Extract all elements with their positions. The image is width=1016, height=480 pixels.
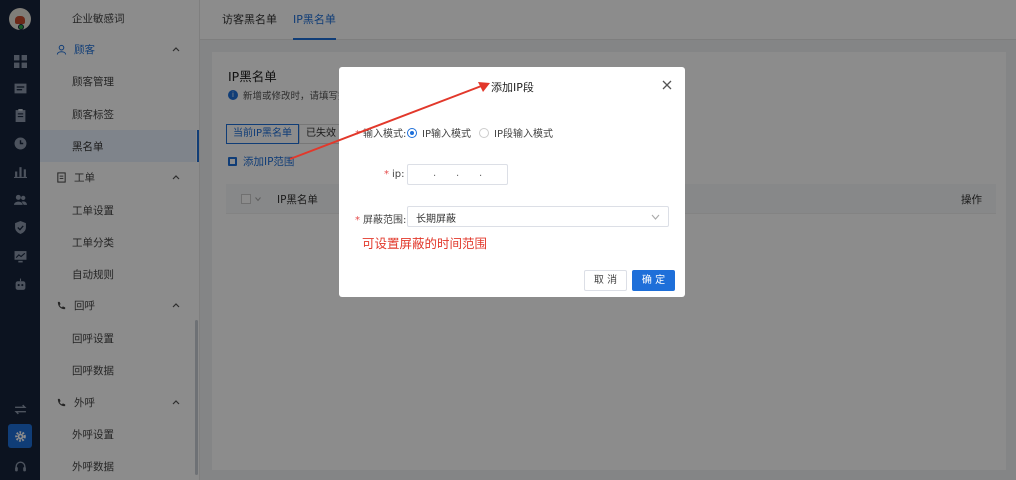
required-mark: * — [355, 215, 360, 226]
cancel-button[interactable]: 取 消 — [584, 270, 627, 291]
input-mode-label: * 输入模式: — [355, 129, 407, 140]
block-scope-label: * 屏蔽范围: — [355, 215, 407, 226]
radio-indicator — [479, 127, 489, 138]
block-scope-value: 长期屏蔽 — [416, 214, 456, 225]
radio-label: IP输入模式 — [422, 129, 471, 140]
radio-ip-input-mode[interactable]: IP输入模式 — [407, 125, 471, 140]
block-scope-select[interactable]: 长期屏蔽 — [407, 206, 669, 227]
chevron-down-icon — [651, 214, 660, 220]
annotation-text: 可设置屏蔽的时间范围 — [362, 236, 488, 251]
required-mark: * — [384, 169, 389, 180]
required-mark: * — [355, 129, 360, 140]
add-ip-segment-dialog: 添加IP段 * 输入模式: IP输入模式 IP段输入模式 * ip: . . . *… — [339, 67, 685, 297]
close-icon[interactable] — [661, 79, 673, 91]
ip-separator: . — [433, 168, 437, 179]
confirm-button[interactable]: 确 定 — [632, 270, 675, 291]
radio-ip-range-input-mode[interactable]: IP段输入模式 — [479, 125, 553, 140]
radio-label: IP段输入模式 — [494, 129, 553, 140]
radio-selected-indicator — [407, 127, 417, 138]
ip-address-input[interactable]: . . . — [407, 164, 508, 185]
ip-label: * ip: — [384, 169, 405, 180]
ip-separator: . — [456, 168, 460, 179]
ip-separator: . — [479, 168, 483, 179]
dialog-title: 添加IP段 — [491, 81, 534, 94]
